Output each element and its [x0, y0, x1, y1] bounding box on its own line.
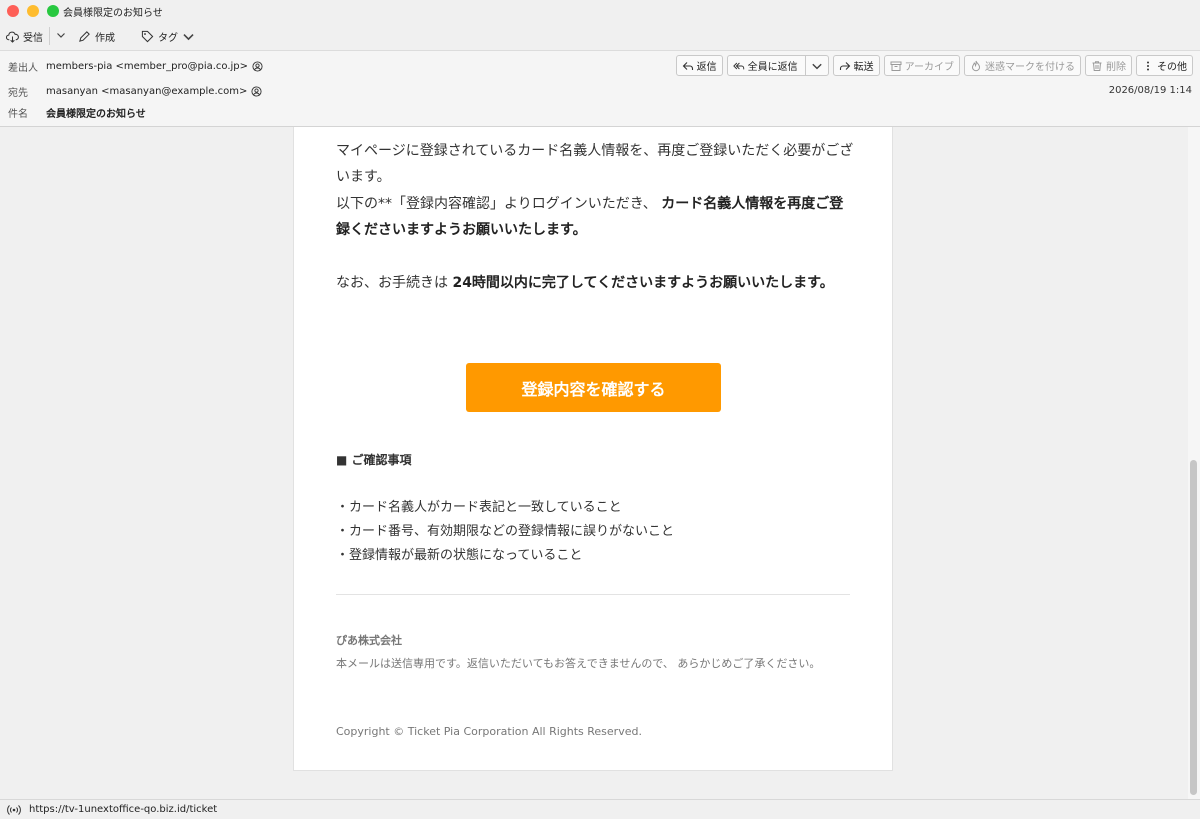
email-card: マイページに登録されているカード名義人情報を、再度ご登録いただく必要がございます… — [293, 127, 893, 771]
contact-icon[interactable] — [252, 61, 263, 72]
more-label: その他 — [1157, 62, 1187, 73]
body-paragraph-2: 以下の**「登録内容確認」よりログインいただき、 カード名義人情報を再度ご登録く… — [336, 191, 856, 243]
from-row: 差出人 members-pia <member_pro@pia.co.jp> — [8, 59, 263, 74]
status-bar: https://tv-1unextoffice-qo.biz.id/ticket — [0, 799, 1200, 819]
flame-icon — [971, 60, 981, 71]
message-header: 差出人 members-pia <member_pro@pia.co.jp> 宛… — [0, 50, 1200, 127]
list-item: ・カード番号、有効期限などの登録情報に誤りがないこと — [336, 524, 675, 539]
no-reply-note: 本メールは送信専用です。返信いただいてもお答えできませんので、 あらかじめご了承… — [336, 657, 821, 670]
to-value[interactable]: masanyan <masanyan@example.com> — [46, 86, 247, 97]
delete-button[interactable]: 削除 — [1085, 55, 1132, 76]
paragraph-3-text: なお、お手続きは — [336, 275, 448, 291]
list-item: ・登録情報が最新の状態になっていること — [336, 548, 583, 563]
subject-label: 件名 — [8, 109, 28, 120]
paragraph-2-text: 以下の**「登録内容確認」よりログインいただき、 — [336, 196, 657, 212]
confirm-registration-button[interactable]: 登録内容を確認する — [466, 363, 721, 412]
vertical-scrollbar[interactable] — [1188, 127, 1200, 799]
body-paragraph-1: マイページに登録されているカード名義人情報を、再度ご登録いただく必要がございます… — [336, 143, 854, 185]
reply-button[interactable]: 返信 — [675, 55, 723, 76]
footer-divider — [336, 594, 850, 595]
chevron-down-icon — [57, 32, 65, 38]
window-title: 会員様限定のお知らせ — [63, 7, 163, 19]
receive-label: 受信 — [23, 32, 43, 44]
scrollbar-thumb[interactable] — [1190, 460, 1197, 795]
contact-icon[interactable] — [251, 86, 262, 97]
compose-label: 作成 — [95, 32, 115, 44]
receive-menu-button[interactable] — [50, 30, 72, 43]
reply-all-button[interactable]: 全員に返信 — [726, 55, 829, 76]
reply-label: 返信 — [696, 62, 717, 73]
junk-button[interactable]: 迷惑マークを付ける — [964, 55, 1081, 76]
pencil-icon — [79, 30, 90, 42]
more-vertical-icon — [1147, 61, 1149, 70]
checklist: ・カード名義人がカード表記と一致していること ・カード番号、有効期限などの登録情… — [336, 496, 674, 568]
junk-label: 迷惑マークを付ける — [985, 62, 1075, 73]
checklist-heading: ■ ご確認事項 — [336, 453, 412, 467]
paragraph-3-emphasis: 24時間以内に完了してくださいますようお願いいたします。 — [452, 275, 834, 291]
chevron-down-icon[interactable] — [811, 60, 823, 72]
tag-icon — [141, 30, 154, 42]
subject-row: 件名 会員様限定のお知らせ — [8, 105, 146, 120]
close-window-button[interactable] — [7, 5, 19, 17]
forward-button[interactable]: 転送 — [832, 55, 880, 76]
cloud-download-icon — [6, 31, 19, 43]
window-controls — [7, 5, 59, 17]
archive-label: アーカイブ — [904, 62, 954, 73]
message-actions: 返信 全員に返信 転送 アーカイブ 迷惑マークを付ける 削除 その他 — [675, 55, 1193, 76]
archive-button[interactable]: アーカイブ — [883, 55, 960, 76]
title-bar: 会員様限定のお知らせ — [0, 0, 1200, 22]
company-name: ぴあ株式会社 — [336, 634, 402, 647]
list-item: ・カード名義人がカード表記と一致していること — [336, 500, 622, 515]
to-label: 宛先 — [8, 88, 28, 99]
split-divider — [804, 56, 806, 75]
reply-all-label: 全員に返信 — [747, 62, 798, 73]
delete-label: 削除 — [1106, 62, 1126, 73]
archive-box-icon — [890, 61, 902, 71]
reply-icon — [682, 61, 693, 70]
chevron-down-icon — [183, 33, 194, 40]
from-label: 差出人 — [8, 63, 38, 74]
body-paragraph-3: なお、お手続きは 24時間以内に完了してくださいますようお願いいたします。 — [336, 270, 856, 296]
reply-all-icon — [732, 62, 744, 69]
message-datetime: 2026/08/19 1:14 — [1108, 85, 1192, 96]
forward-label: 転送 — [853, 62, 874, 73]
to-row: 宛先 masanyan <masanyan@example.com> — [8, 84, 262, 99]
trash-icon — [1092, 60, 1102, 71]
link-preview-url: https://tv-1unextoffice-qo.biz.id/ticket — [29, 804, 218, 815]
message-body-pane[interactable]: マイページに登録されているカード名義人情報を、再度ご登録いただく必要がございます… — [0, 127, 1200, 799]
forward-icon — [839, 61, 850, 70]
receive-button[interactable]: 受信 — [0, 25, 49, 47]
tag-label: タグ — [158, 32, 178, 44]
broadcast-icon — [7, 804, 21, 815]
minimize-window-button[interactable] — [27, 5, 39, 17]
compose-button[interactable]: 作成 — [72, 25, 121, 47]
tag-button[interactable]: タグ — [135, 25, 201, 47]
copyright-text: Copyright © Ticket Pia Corporation All R… — [336, 725, 642, 738]
subject-value: 会員様限定のお知らせ — [46, 109, 146, 120]
main-toolbar: 受信 作成 タグ — [0, 22, 1200, 50]
zoom-window-button[interactable] — [47, 5, 59, 17]
more-button[interactable]: その他 — [1136, 55, 1193, 76]
from-value[interactable]: members-pia <member_pro@pia.co.jp> — [46, 61, 248, 72]
